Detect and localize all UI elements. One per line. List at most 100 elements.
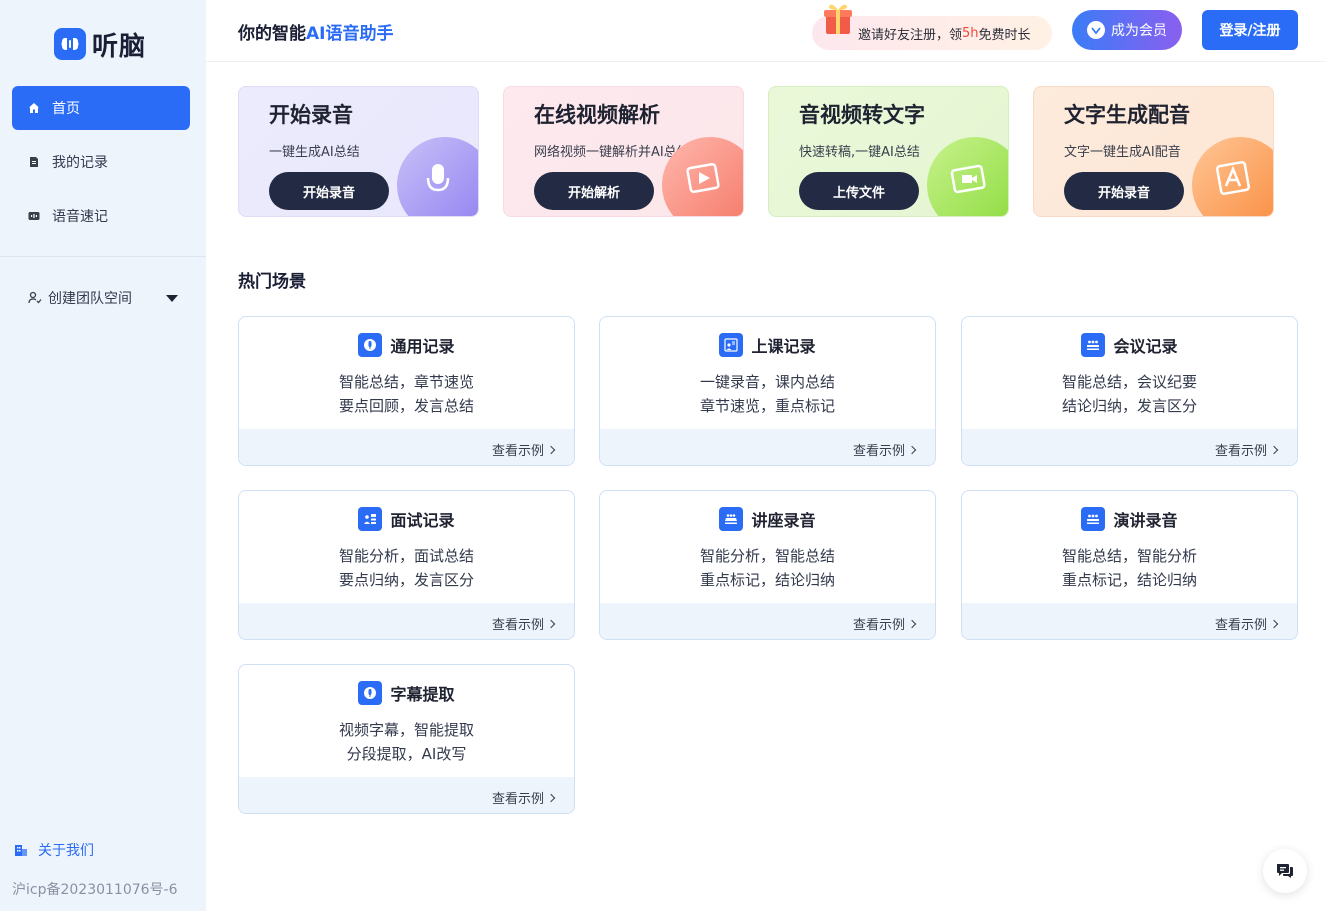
become-member-button[interactable]: 成为会员: [1072, 10, 1182, 50]
slogan-highlight: AI语音助手: [306, 24, 394, 44]
view-example-link[interactable]: 查看示例: [491, 788, 556, 807]
chevron-right-icon: [907, 445, 917, 454]
scene-footer: 查看示例: [239, 777, 574, 813]
scene-footer: 查看示例: [239, 603, 574, 639]
scene-card-lecture[interactable]: 讲座录音 智能分析，智能总结 重点标记，结论归纳 查看示例: [599, 490, 936, 640]
invite-text: 邀请好友注册，领: [858, 27, 963, 43]
chevron-right-icon: [1269, 445, 1279, 454]
chevron-right-icon: [546, 793, 556, 802]
caret-down-icon: [166, 294, 178, 302]
feature-title: 音视频转文字: [799, 103, 925, 127]
sidebar-item-label: 我的记录: [52, 155, 108, 171]
about-us-label: 关于我们: [38, 843, 94, 859]
scene-desc-line: 重点标记，结论归纳: [699, 571, 835, 589]
start-dubbing-button[interactable]: 开始录音: [1064, 172, 1184, 210]
invite-banner[interactable]: 邀请好友注册，领 5h 免费时长: [812, 4, 1052, 50]
scene-title: 演讲录音: [1113, 511, 1178, 530]
logo[interactable]: 听脑: [54, 27, 147, 62]
scene-card-general[interactable]: 通用记录 智能总结，章节速览 要点回顾，发言总结 查看示例: [238, 316, 575, 466]
lecture-icon: [719, 507, 744, 531]
upload-file-button[interactable]: 上传文件: [799, 172, 919, 210]
feature-card-text-to-speech[interactable]: 文字生成配音 文字一键生成AI配音 开始录音: [1033, 86, 1274, 217]
scene-head: 上课记录: [600, 333, 935, 357]
scene-desc-line: 分段提取，AI改写: [346, 745, 467, 763]
start-recording-button[interactable]: 开始录音: [269, 172, 389, 210]
team-label: 创建团队空间: [48, 291, 132, 307]
scene-title: 面试记录: [390, 511, 455, 530]
scene-card-speech[interactable]: 演讲录音 智能总结，智能分析 重点标记，结论归纳 查看示例: [961, 490, 1298, 640]
view-example-link[interactable]: 查看示例: [852, 614, 917, 633]
feature-card-start-recording[interactable]: 开始录音 一键生成AI总结 开始录音: [238, 86, 479, 217]
classroom-icon: [719, 333, 744, 357]
slogan-prefix: 你的智能: [238, 24, 306, 44]
scene-footer: 查看示例: [600, 429, 935, 465]
chevron-right-icon: [1269, 619, 1279, 628]
scene-footer: 查看示例: [600, 603, 935, 639]
scene-card-subtitle[interactable]: 字幕提取 视频字幕，智能提取 分段提取，AI改写 查看示例: [238, 664, 575, 814]
feature-desc: 文字一键生成AI配音: [1064, 145, 1181, 160]
meeting-icon: [1081, 333, 1106, 357]
scene-desc-line: 智能总结，会议纪要: [1061, 373, 1197, 391]
scene-desc-line: 要点归纳，发言区分: [338, 571, 474, 589]
scene-head: 讲座录音: [600, 507, 935, 531]
slogan: 你的智能AI语音助手: [238, 19, 393, 44]
scene-footer: 查看示例: [962, 603, 1297, 639]
feature-card-online-video[interactable]: 在线视频解析 网络视频一键解析并AI总结 开始解析: [503, 86, 744, 217]
chevron-right-icon: [546, 619, 556, 628]
icp-record: 沪icp备2023011076号-6: [12, 882, 178, 898]
view-example-link[interactable]: 查看示例: [492, 614, 556, 633]
logo-text: 听脑: [92, 31, 147, 62]
view-example-link[interactable]: 查看示例: [1214, 440, 1279, 459]
document-icon: [28, 156, 40, 168]
video-camera-icon: [927, 137, 1008, 216]
scene-head: 会议记录: [962, 333, 1297, 357]
microphone-icon: [397, 137, 478, 216]
sidebar-item-label: 首页: [52, 101, 80, 117]
view-example-label: 查看示例: [1214, 444, 1267, 459]
invite-hours: 5h: [962, 25, 979, 41]
scene-desc-line: 重点标记，结论归纳: [1061, 571, 1197, 589]
scene-desc-line: 视频字幕，智能提取: [338, 721, 474, 739]
interview-icon: [358, 507, 383, 531]
create-team-space-dropdown[interactable]: 创建团队空间: [28, 286, 178, 310]
view-example-label: 查看示例: [491, 792, 544, 807]
scene-title: 会议记录: [1113, 337, 1178, 356]
brain-logo-icon: [54, 28, 86, 60]
sidebar-item-label: 语音速记: [52, 209, 108, 225]
sidebar-item-home[interactable]: 首页: [12, 86, 190, 130]
sidebar-item-voice-notes[interactable]: 语音速记: [12, 194, 190, 238]
feature-title: 开始录音: [269, 103, 353, 127]
about-us-link[interactable]: 关于我们: [14, 840, 94, 860]
scene-card-interview[interactable]: 面试记录 智能分析，面试总结 要点归纳，发言区分 查看示例: [238, 490, 575, 640]
scene-head: 通用记录: [239, 333, 574, 357]
view-example-label: 查看示例: [852, 618, 905, 633]
feature-title: 在线视频解析: [534, 103, 660, 127]
feature-desc: 网络视频一键解析并AI总结: [534, 145, 690, 160]
view-example-label: 查看示例: [491, 444, 544, 459]
sidebar-divider: [0, 256, 206, 257]
scene-title: 字幕提取: [390, 685, 455, 704]
scene-desc-line: 智能总结，智能分析: [1061, 547, 1197, 565]
view-example-link[interactable]: 查看示例: [491, 440, 556, 459]
view-example-label: 查看示例: [1214, 618, 1267, 633]
scene-desc-line: 要点回顾，发言总结: [338, 397, 474, 415]
scene-card-meeting[interactable]: 会议记录 智能总结，会议纪要 结论归纳，发言区分 查看示例: [961, 316, 1298, 466]
login-register-button[interactable]: 登录/注册: [1202, 10, 1298, 50]
sidebar-item-my-records[interactable]: 我的记录: [12, 140, 190, 184]
chevron-right-icon: [546, 445, 556, 454]
view-example-link[interactable]: 查看示例: [1214, 614, 1279, 633]
subtitle-icon: [358, 681, 383, 705]
feature-card-av-to-text[interactable]: 音视频转文字 快速转稿,一键AI总结 上传文件: [768, 86, 1009, 217]
building-icon: [14, 843, 28, 857]
sidebar: 听脑 首页 我的记录 语音速记 创建团队空间 关于我们 沪icp备2023011…: [0, 0, 206, 911]
scene-desc-line: 结论归纳，发言区分: [1061, 397, 1197, 415]
view-example-link[interactable]: 查看示例: [853, 440, 917, 459]
customer-service-chat-button[interactable]: [1263, 849, 1307, 893]
scene-title: 讲座录音: [751, 511, 816, 530]
chevron-right-icon: [907, 619, 917, 628]
scene-footer: 查看示例: [962, 429, 1297, 465]
start-parse-button[interactable]: 开始解析: [534, 172, 654, 210]
scene-card-class[interactable]: 上课记录 一键录音，课内总结 章节速览，重点标记 查看示例: [599, 316, 936, 466]
scene-desc-line: 智能分析，面试总结: [338, 547, 474, 565]
scene-desc-line: 智能总结，章节速览: [338, 373, 474, 391]
